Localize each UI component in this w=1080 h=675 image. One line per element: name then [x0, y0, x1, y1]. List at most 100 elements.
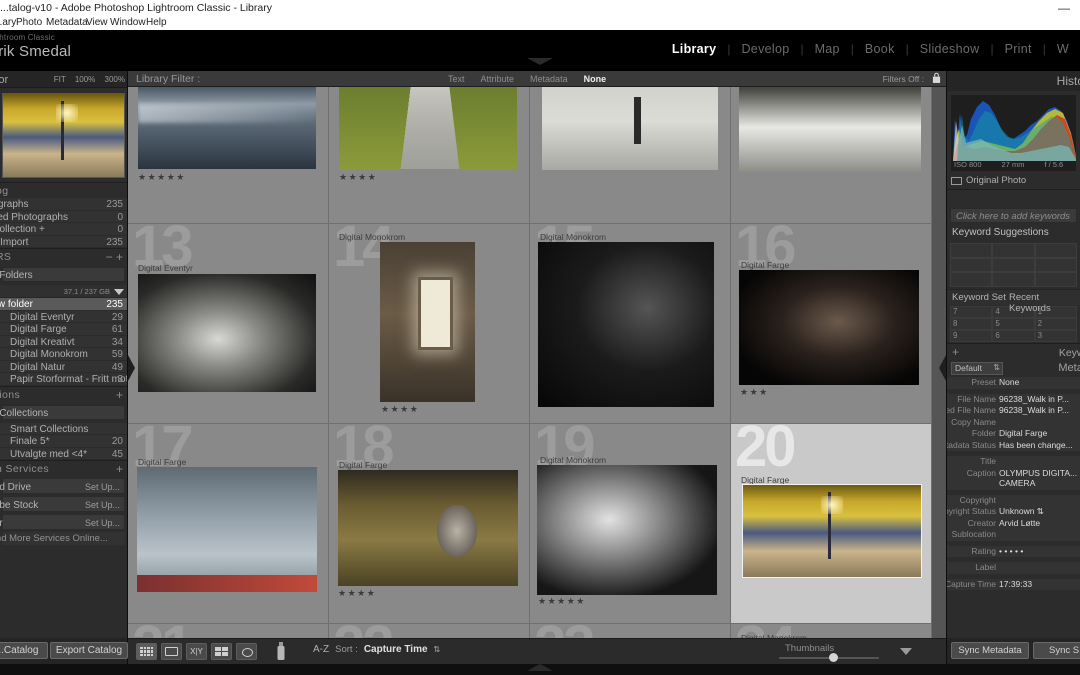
folder-row-digital-kreativt[interactable]: Digital Kreativt 34 [0, 335, 127, 348]
metadata-row-file-name[interactable]: File Name 96238_Walk in P... [947, 394, 1080, 406]
publish-service-hard-drive[interactable]: ...d Drive Set Up... [0, 478, 125, 494]
grid-view-area[interactable]: 9 ★★★★★ 10 ★★★★ 11 [128, 87, 946, 638]
keyword-list-header[interactable]: + Keywor... [947, 343, 1080, 360]
numpad-5[interactable]: 5 [992, 318, 1035, 330]
import-catalog-button[interactable]: ...Catalog [0, 642, 48, 659]
menu-item-photo[interactable]: Photo [16, 17, 42, 28]
cell-star-rating[interactable]: ★★★★ [339, 172, 377, 183]
module-library[interactable]: Library [661, 42, 727, 56]
publish-service-flickr[interactable]: ...r Set Up... [0, 514, 125, 530]
module-book[interactable]: Book [854, 42, 906, 56]
grid-cell-9[interactable]: 9 ★★★★★ [128, 87, 329, 224]
metadata-row-copy-name[interactable]: Copy Name [947, 417, 1080, 429]
zoom-fit[interactable]: FIT [54, 75, 66, 84]
grid-cell-12[interactable]: 12 [731, 87, 932, 224]
grid-cell-20[interactable]: 20 Digital Farge [731, 424, 932, 624]
loupe-view-icon[interactable] [161, 643, 182, 660]
catalog-section-header[interactable]: ...og [0, 182, 127, 198]
grid-view-icon[interactable] [136, 643, 157, 660]
cell-thumbnail[interactable] [739, 87, 921, 172]
navigator-preview[interactable] [2, 93, 125, 178]
metadata-row-title[interactable]: Title [947, 456, 1080, 468]
module-web[interactable]: W [1046, 42, 1080, 56]
module-slideshow[interactable]: Slideshow [909, 42, 991, 56]
export-catalog-button[interactable]: Export Catalog [50, 642, 128, 659]
grid-cell-17[interactable]: 17 Digital Farge [128, 424, 329, 624]
grid-cell-22[interactable]: 22 Digital Monokrom [329, 624, 530, 638]
folder-row-digital-monokrom[interactable]: Digital Monokrom 59 [0, 348, 127, 361]
menu-item-view[interactable]: View [86, 17, 108, 28]
keyword-add-icon[interactable]: + [952, 345, 959, 359]
catalog-row-previous-import[interactable]: ...s Import 235 [0, 235, 127, 248]
collections-add-icon[interactable]: + [116, 388, 123, 402]
menu-item-window[interactable]: Window [110, 17, 146, 28]
top-panel-collapse-handle[interactable] [527, 58, 553, 65]
numpad-9[interactable]: 9 [950, 330, 993, 342]
field-value[interactable]: • • • • • [999, 546, 1023, 556]
cell-thumbnail[interactable] [380, 242, 475, 402]
filters-off-label[interactable]: Filters Off : [883, 74, 924, 84]
sort-direction-icon[interactable]: A-Z [313, 644, 329, 655]
suggestion-slot[interactable] [992, 243, 1035, 258]
metadata-row-caption[interactable]: Caption OLYMPUS DIGITA... CAMERA [947, 468, 1080, 490]
suggestion-slot[interactable] [1034, 243, 1077, 258]
cell-thumbnail[interactable] [739, 270, 919, 385]
filter-mode-metadata[interactable]: Metadata [530, 74, 568, 84]
lock-icon[interactable] [932, 72, 941, 84]
field-value[interactable]: Arvid Løtte [999, 518, 1040, 528]
cell-thumbnail[interactable] [338, 470, 518, 586]
filter-mode-attribute[interactable]: Attribute [481, 74, 515, 84]
collection-row-finale-5[interactable]: Finale 5* 20 [0, 435, 127, 448]
grid-cell-24[interactable]: 24 Digital Monokrom [731, 624, 932, 638]
collections-search-box[interactable]: ...Collections [0, 404, 125, 420]
metadata-row-copyright[interactable]: Copyright [947, 495, 1080, 507]
service-setup-link[interactable]: Set Up... [85, 500, 120, 510]
publish-services-add-icon[interactable]: + [116, 462, 123, 476]
cell-thumbnail[interactable] [138, 274, 316, 392]
metadata-row-metadata-status[interactable]: Metadata Status Has been change... [947, 440, 1080, 452]
collection-row-utvalgte[interactable]: Utvalgte med <4* 45 [0, 447, 127, 460]
cell-star-rating[interactable]: ★★★★ [338, 588, 376, 599]
filter-mode-none[interactable]: None [584, 74, 607, 84]
numpad-8[interactable]: 8 [950, 318, 993, 330]
metadata-row-label[interactable]: Label [947, 562, 1080, 574]
field-value[interactable]: 96238_Walk in P... [999, 394, 1069, 404]
metadata-row-preserved-file-name[interactable]: Preserved File Name 96238_Walk in P... [947, 405, 1080, 417]
histogram[interactable]: ISO 800 27 mm f / 5.6 [951, 95, 1076, 171]
suggestion-slot[interactable] [1034, 257, 1077, 273]
sort-value[interactable]: Capture Time [364, 644, 428, 655]
module-map[interactable]: Map [804, 42, 851, 56]
slider-knob[interactable] [829, 653, 838, 662]
recent-keywords-label[interactable]: Recent Keywords [1009, 292, 1080, 314]
metadata-row-creator[interactable]: Creator Arvid Løtte [947, 518, 1080, 530]
metadata-row-sublocation[interactable]: Sublocation [947, 529, 1080, 541]
folder-row-new-folder[interactable]: ...ew folder 235 [0, 298, 127, 311]
field-value[interactable]: Digital Farge [999, 428, 1047, 438]
chevron-updown-icon[interactable]: ⇅ [434, 645, 441, 654]
sync-metadata-button[interactable]: Sync Metadata [951, 642, 1029, 659]
cell-thumbnail[interactable] [339, 87, 517, 169]
folder-row-papir-storformat[interactable]: Papir Storformat - Fritt motiv 3 [0, 373, 127, 386]
collections-section-header[interactable]: ...tions + [0, 385, 127, 402]
cell-thumbnail[interactable] [742, 484, 922, 578]
suggestion-slot[interactable] [992, 257, 1035, 273]
cell-thumbnail[interactable] [542, 87, 718, 170]
grid-cell-11[interactable]: 11 [530, 87, 731, 224]
suggestion-slot[interactable] [950, 243, 993, 258]
menu-item-help[interactable]: Help [146, 17, 167, 28]
folder-row-digital-eventyr[interactable]: Digital Eventyr 29 [0, 310, 127, 323]
chevron-down-icon[interactable] [114, 289, 124, 295]
grid-cell-10[interactable]: 10 ★★★★ [329, 87, 530, 224]
suggestion-slot[interactable] [992, 272, 1035, 287]
field-value[interactable]: Has been change... [999, 440, 1073, 450]
numpad-3[interactable]: 3 [1034, 330, 1077, 342]
metadata-row-rating[interactable]: Rating • • • • • [947, 546, 1080, 558]
suggestion-slot[interactable] [950, 272, 993, 287]
field-value[interactable]: 17:39:33 [999, 579, 1032, 589]
folders-search-box[interactable]: ...Folders [0, 267, 125, 282]
folders-section-header[interactable]: ...RS − + [0, 248, 127, 264]
metadata-view-selector[interactable]: Default [951, 362, 1003, 375]
menu-item-library[interactable]: ...ary [0, 17, 16, 28]
filter-mode-text[interactable]: Text [448, 74, 465, 84]
field-value[interactable]: Unknown ⇅ [999, 506, 1044, 517]
